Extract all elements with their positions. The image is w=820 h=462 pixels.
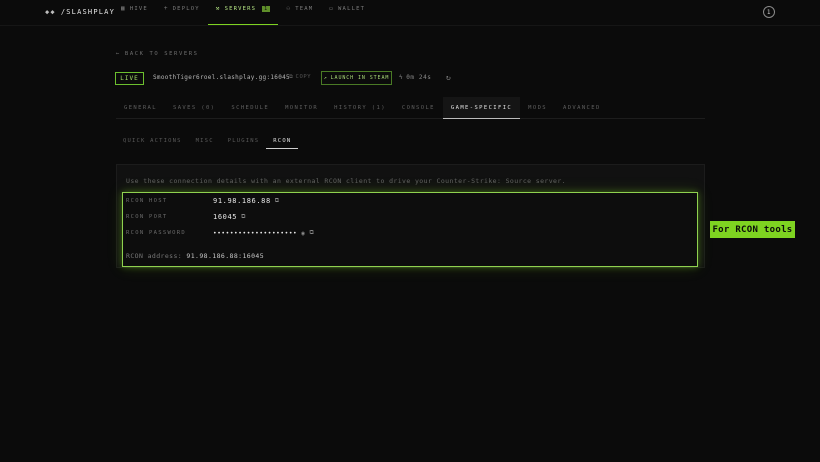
nav-item-team[interactable]: ⚇ TEAM [278, 0, 321, 21]
back-to-servers-link[interactable]: ← BACK TO SERVERS [116, 51, 199, 57]
tab-console[interactable]: CONSOLE [394, 97, 443, 118]
subtab-quick-actions[interactable]: QUICK ACTIONS [116, 132, 189, 149]
nav-label: HIVE [129, 5, 148, 12]
uptime-value: 0m 24s [406, 74, 432, 81]
main-nav: ▦ HIVE + DEPLOY ⚒ SERVERS 1 ⚇ TEAM ▭ WAL… [113, 0, 373, 25]
game-specific-subtabs: QUICK ACTIONS MISC PLUGINS RCON [116, 132, 299, 149]
server-tabs: GENERAL SAVES (0) SCHEDULE MONITOR HISTO… [116, 97, 705, 119]
status-badge: LIVE [115, 72, 144, 85]
logo-mark-icon: ◆◆ [45, 8, 56, 16]
top-navigation-bar: ◆◆ /SLASHPLAY ▦ HIVE + DEPLOY ⚒ SERVERS … [0, 0, 820, 26]
rcon-description: Use these connection details with an ext… [126, 177, 566, 185]
launch-in-steam-button[interactable]: ↗ LAUNCH IN STEAM [321, 71, 392, 85]
server-address: SmoothTiger6roel.slashplay.gg:16045 [153, 74, 290, 81]
servers-count-badge: 1 [262, 5, 271, 12]
copy-icon: ⧉ [289, 74, 294, 80]
rcon-address-label: RCON address: [126, 252, 183, 260]
copy-icon[interactable]: ⧉ [309, 229, 314, 237]
eye-icon[interactable]: ◉ [301, 230, 305, 237]
nav-item-hive[interactable]: ▦ HIVE [113, 0, 156, 21]
rcon-port-value: 16045 [213, 213, 238, 221]
rcon-port-label: RCON PORT [126, 214, 168, 220]
copy-icon[interactable]: ⧉ [275, 197, 280, 205]
team-icon: ⚇ [286, 5, 292, 12]
back-label: BACK TO SERVERS [124, 51, 199, 57]
nav-label: TEAM [295, 5, 314, 12]
subtab-plugins[interactable]: PLUGINS [221, 132, 267, 149]
tab-history[interactable]: HISTORY (1) [326, 97, 394, 118]
rcon-tooltip: For RCON tools [710, 221, 795, 238]
rcon-host-row: RCON HOST 91.98.186.88 ⧉ [126, 197, 280, 205]
rcon-password-row: RCON PASSWORD •••••••••••••••••••• ◉ ⧉ [126, 229, 314, 237]
rcon-host-value: 91.98.186.88 [213, 197, 271, 205]
servers-icon: ⚒ [215, 5, 221, 12]
rcon-host-label: RCON HOST [126, 198, 168, 204]
brand-name: /SLASHPLAY [60, 8, 115, 16]
nav-label: WALLET [338, 5, 366, 12]
user-avatar[interactable]: 1 [763, 6, 775, 18]
nav-label: SERVERS [224, 5, 257, 12]
copy-icon[interactable]: ⧉ [241, 213, 246, 221]
rcon-password-value: •••••••••••••••••••• [213, 229, 298, 237]
brand-logo[interactable]: ◆◆ /SLASHPLAY [45, 8, 115, 16]
external-link-icon: ↗ [323, 75, 328, 81]
wallet-icon: ▭ [329, 5, 335, 12]
rcon-full-address: RCON address: 91.98.186.88:16045 [126, 252, 264, 260]
tab-mods[interactable]: MODS [520, 97, 555, 118]
nav-item-servers[interactable]: ⚒ SERVERS 1 [207, 0, 279, 25]
tab-general[interactable]: GENERAL [116, 97, 165, 118]
nav-label: DEPLOY [172, 5, 200, 12]
hive-icon: ▦ [121, 5, 126, 12]
uptime: ϟ 0m 24s [399, 74, 432, 81]
copy-address-button[interactable]: ⧉ COPY [289, 74, 311, 81]
tab-monitor[interactable]: MONITOR [277, 97, 326, 118]
refresh-icon[interactable]: ↻ [446, 73, 451, 82]
lightning-icon: ϟ [399, 74, 404, 81]
rcon-password-label: RCON PASSWORD [126, 230, 186, 236]
rcon-port-row: RCON PORT 16045 ⧉ [126, 213, 246, 221]
tab-game-specific[interactable]: GAME-SPECIFIC [442, 97, 521, 119]
nav-item-deploy[interactable]: + DEPLOY [156, 0, 208, 21]
rcon-address-value[interactable]: 91.98.186.88:16045 [186, 252, 264, 260]
tab-schedule[interactable]: SCHEDULE [223, 97, 277, 118]
tab-advanced[interactable]: ADVANCED [555, 97, 609, 118]
arrow-left-icon: ← [116, 51, 121, 57]
nav-item-wallet[interactable]: ▭ WALLET [321, 0, 373, 21]
copy-label: COPY [295, 74, 312, 80]
deploy-icon: + [163, 5, 169, 12]
tab-saves[interactable]: SAVES (0) [165, 97, 223, 118]
subtab-misc[interactable]: MISC [189, 132, 221, 149]
launch-label: LAUNCH IN STEAM [330, 75, 390, 81]
subtab-rcon[interactable]: RCON [266, 132, 299, 149]
